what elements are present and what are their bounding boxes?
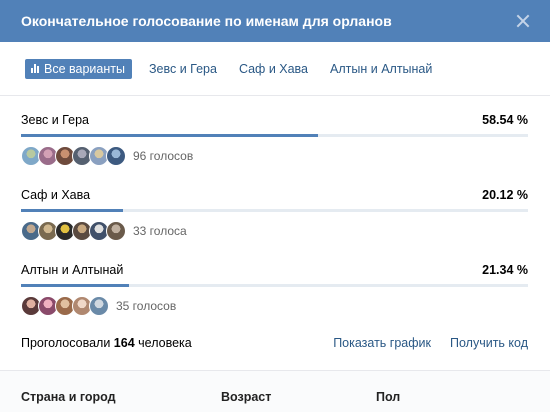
tab-saf-hava[interactable]: Саф и Хава bbox=[231, 59, 316, 79]
poll-options: Зевс и Гера 58.54 % 96 голосов Саф и Хав… bbox=[0, 96, 550, 321]
total-prefix: Проголосовали bbox=[21, 336, 111, 350]
show-chart-link[interactable]: Показать график bbox=[333, 336, 431, 350]
option-tabs: Все варианты Зевс и Гера Саф и Хава Алты… bbox=[0, 42, 550, 96]
poll-option: Зевс и Гера 58.54 % 96 голосов bbox=[21, 96, 528, 171]
progress-fill bbox=[21, 134, 318, 137]
vote-count: 35 голосов bbox=[116, 299, 177, 313]
option-name: Алтын и Алтынай bbox=[21, 263, 124, 277]
avatar[interactable] bbox=[89, 296, 109, 316]
total-voters: Проголосовали 164 человека bbox=[21, 336, 314, 350]
option-name: Саф и Хава bbox=[21, 188, 91, 202]
vote-count: 33 голоса bbox=[133, 224, 187, 238]
poll-footer: Проголосовали 164 человека Показать граф… bbox=[21, 336, 528, 350]
progress-fill bbox=[21, 209, 123, 212]
option-percent: 21.34 % bbox=[482, 263, 528, 277]
tab-zeus-hera[interactable]: Зевс и Гера bbox=[141, 59, 225, 79]
total-suffix: человека bbox=[138, 336, 192, 350]
poll-title: Окончательное голосование по именам для … bbox=[21, 13, 392, 29]
voters-row[interactable]: 35 голосов bbox=[21, 296, 176, 316]
modal-header: Окончательное голосование по именам для … bbox=[0, 0, 550, 42]
poll-option: Алтын и Алтынай 21.34 % 35 голосов bbox=[21, 246, 528, 321]
progress-fill bbox=[21, 284, 130, 287]
progress-track bbox=[21, 134, 528, 137]
avatar-stack bbox=[21, 221, 126, 241]
tab-altyn-altynai[interactable]: Алтын и Алтынай bbox=[322, 59, 440, 79]
get-code-link[interactable]: Получить код bbox=[450, 336, 528, 350]
voters-row[interactable]: 96 голосов bbox=[21, 146, 193, 166]
tab-all-options[interactable]: Все варианты bbox=[25, 58, 132, 79]
voters-row[interactable]: 33 голоса bbox=[21, 221, 187, 241]
filter-country-city[interactable]: Страна и город bbox=[21, 390, 116, 404]
close-icon[interactable] bbox=[516, 14, 530, 28]
poll-option: Саф и Хава 20.12 % 33 голоса bbox=[21, 171, 528, 246]
option-name: Зевс и Гера bbox=[21, 113, 89, 127]
avatar[interactable] bbox=[106, 146, 126, 166]
avatar-stack bbox=[21, 296, 109, 316]
progress-track bbox=[21, 209, 528, 212]
tab-label: Все варианты bbox=[44, 61, 125, 76]
avatar[interactable] bbox=[106, 221, 126, 241]
progress-track bbox=[21, 284, 528, 287]
filters-bar: Страна и город Возраст Пол bbox=[0, 370, 550, 412]
bar-chart-icon bbox=[31, 64, 39, 73]
total-count: 164 bbox=[113, 336, 135, 350]
vote-count: 96 голосов bbox=[133, 149, 194, 163]
option-percent: 20.12 % bbox=[482, 188, 528, 202]
filter-age[interactable]: Возраст bbox=[221, 390, 271, 404]
filter-gender[interactable]: Пол bbox=[376, 390, 400, 404]
avatar-stack bbox=[21, 146, 126, 166]
option-percent: 58.54 % bbox=[482, 113, 528, 127]
